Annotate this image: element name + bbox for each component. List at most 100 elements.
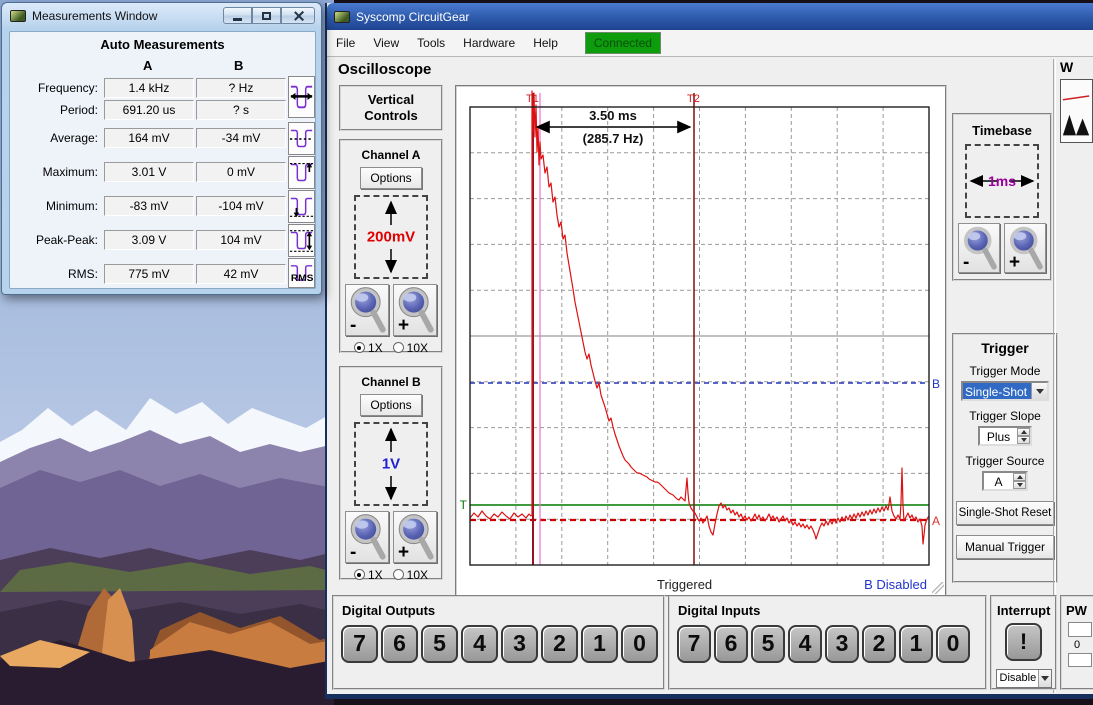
menubar: File View Tools Hardware Help Connected <box>327 30 1093 57</box>
measurement-value-a: 775 mV <box>104 264 194 284</box>
chevron-down-icon[interactable] <box>1038 670 1051 687</box>
channel-b-group: Channel B Options 1V - <box>339 366 443 580</box>
channel-b-ground-marker[interactable]: B <box>932 377 940 391</box>
digital-input-indicator-1[interactable]: 1 <box>899 625 933 663</box>
digital-output-button-6[interactable]: 6 <box>381 625 418 663</box>
t1-cursor-label[interactable]: T1 <box>526 93 539 105</box>
digital-output-button-0[interactable]: 0 <box>621 625 658 663</box>
auto-measurements-header: Auto Measurements <box>10 37 315 52</box>
digital-output-button-5[interactable]: 5 <box>421 625 458 663</box>
digital-input-indicator-7[interactable]: 7 <box>677 625 711 663</box>
measurement-value-a: 691.20 us <box>104 100 194 120</box>
trigger-mode-value: Single-Shot <box>963 383 1031 399</box>
digital-input-indicator-6[interactable]: 6 <box>714 625 748 663</box>
trigger-mode-select[interactable]: Single-Shot <box>961 381 1049 401</box>
measurement-value-b: 42 mV <box>196 264 286 284</box>
digital-output-button-3[interactable]: 3 <box>501 625 538 663</box>
menu-hardware[interactable]: Hardware <box>454 32 524 54</box>
spin-down-icon[interactable] <box>1017 436 1030 444</box>
timebase-title: Timebase <box>954 123 1050 138</box>
digital-inputs-panel: Digital Inputs 76543210 <box>668 595 987 690</box>
channel-a-label: Channel A <box>341 148 441 162</box>
digital-output-button-4[interactable]: 4 <box>461 625 498 663</box>
digital-input-indicator-4[interactable]: 4 <box>788 625 822 663</box>
channel-b-zoom-in-button[interactable]: + <box>393 511 437 563</box>
connected-indicator: Connected <box>585 32 661 54</box>
frequency-period-icon <box>288 76 315 118</box>
zoom-out-sign: - <box>963 252 969 274</box>
channel-b-probe-10x-radio[interactable]: 10X <box>393 568 428 582</box>
channel-a-options-button[interactable]: Options <box>360 167 422 189</box>
channel-a-probe-10x-radio[interactable]: 10X <box>393 341 428 355</box>
menu-help[interactable]: Help <box>524 32 567 54</box>
measurement-value-b: -34 mV <box>196 128 286 148</box>
interrupt-mode-select[interactable]: Disable <box>996 669 1052 688</box>
channel-b-options-button[interactable]: Options <box>360 394 422 416</box>
digital-output-button-1[interactable]: 1 <box>581 625 618 663</box>
cursor-delta-time: 3.50 ms <box>589 108 637 123</box>
interrupt-mode-value: Disable <box>997 670 1038 687</box>
scope-plot[interactable]: 3.50 ms (285.7 Hz) T1 T2 T A B <box>470 107 929 565</box>
digital-output-button-2[interactable]: 2 <box>541 625 578 663</box>
channel-a-probe-1x-radio[interactable]: 1X <box>354 341 383 355</box>
trigger-source-spinner[interactable]: A <box>982 471 1028 491</box>
measurements-window: Measurements Window Auto Measurements A … <box>1 2 322 295</box>
interrupt-button[interactable]: ! <box>1005 623 1042 661</box>
measurement-value-a: 1.4 kHz <box>104 78 194 98</box>
timebase-range-box: 1ms <box>965 144 1039 218</box>
manual-trigger-button[interactable]: Manual Trigger <box>956 535 1054 559</box>
measurement-label: Frequency: <box>12 81 98 95</box>
menu-file[interactable]: File <box>327 32 364 54</box>
measurement-label: Period: <box>12 103 98 117</box>
menu-tools[interactable]: Tools <box>408 32 454 54</box>
digital-outputs-panel: Digital Outputs 76543210 <box>332 595 665 690</box>
close-icon <box>293 10 304 21</box>
waveform-generator-title: W <box>1060 59 1093 75</box>
resize-grip[interactable] <box>932 582 944 594</box>
menu-view[interactable]: View <box>364 32 408 54</box>
channel-a-range-box: 200mV <box>354 195 428 279</box>
close-button[interactable] <box>281 7 315 24</box>
trigger-title: Trigger <box>954 340 1056 356</box>
channel-a-zoom-out-button[interactable]: - <box>345 284 389 336</box>
pwm-button[interactable] <box>1068 622 1092 637</box>
trigger-level-marker[interactable]: T <box>460 498 468 512</box>
spin-up-icon[interactable] <box>1017 428 1030 436</box>
circuitgear-titlebar[interactable]: Syscomp CircuitGear <box>327 3 1093 30</box>
chevron-down-icon[interactable] <box>1031 383 1047 399</box>
channel-a-ground-marker[interactable]: A <box>932 514 940 528</box>
channel-a-zoom-in-button[interactable]: + <box>393 284 437 336</box>
measurement-label: RMS: <box>12 267 98 281</box>
timebase-value: 1ms <box>967 173 1037 189</box>
pwm-value: 0 <box>1074 639 1093 651</box>
t2-cursor-label[interactable]: T2 <box>687 93 700 105</box>
measurement-label: Peak-Peak: <box>12 233 98 247</box>
channel-b-zoom-out-button[interactable]: - <box>345 511 389 563</box>
digital-input-indicator-3[interactable]: 3 <box>825 625 859 663</box>
digital-input-indicator-0[interactable]: 0 <box>936 625 970 663</box>
pwm-panel: PW 0 <box>1060 595 1093 690</box>
minimize-button[interactable] <box>223 7 252 24</box>
zoom-out-sign: - <box>350 542 356 564</box>
pwm-spinner[interactable] <box>1068 653 1092 667</box>
digital-output-button-7[interactable]: 7 <box>341 625 378 663</box>
digital-input-indicator-2[interactable]: 2 <box>862 625 896 663</box>
measurement-value-b: -104 mV <box>196 196 286 216</box>
channel-b-label: Channel B <box>341 375 441 389</box>
maximize-button[interactable] <box>252 7 281 24</box>
digital-input-indicator-5[interactable]: 5 <box>751 625 785 663</box>
scope-display: 3.50 ms (285.7 Hz) T1 T2 T A B Triggered… <box>455 85 947 597</box>
timebase-zoom-out-button[interactable]: - <box>958 223 1000 273</box>
spin-up-icon[interactable] <box>1013 473 1026 481</box>
trigger-slope-label: Trigger Slope <box>954 409 1056 423</box>
circuitgear-app-icon <box>334 11 350 23</box>
single-shot-reset-button[interactable]: Single-Shot Reset <box>956 501 1054 525</box>
circuitgear-window: Syscomp CircuitGear File View Tools Hard… <box>325 3 1093 699</box>
trigger-slope-spinner[interactable]: Plus <box>978 426 1032 446</box>
measurement-label: Average: <box>12 131 98 145</box>
digital-outputs-title: Digital Outputs <box>342 603 663 618</box>
spin-down-icon[interactable] <box>1013 481 1026 489</box>
channel-b-probe-1x-radio[interactable]: 1X <box>354 568 383 582</box>
timebase-zoom-in-button[interactable]: + <box>1004 223 1046 273</box>
measurement-label: Maximum: <box>12 165 98 179</box>
